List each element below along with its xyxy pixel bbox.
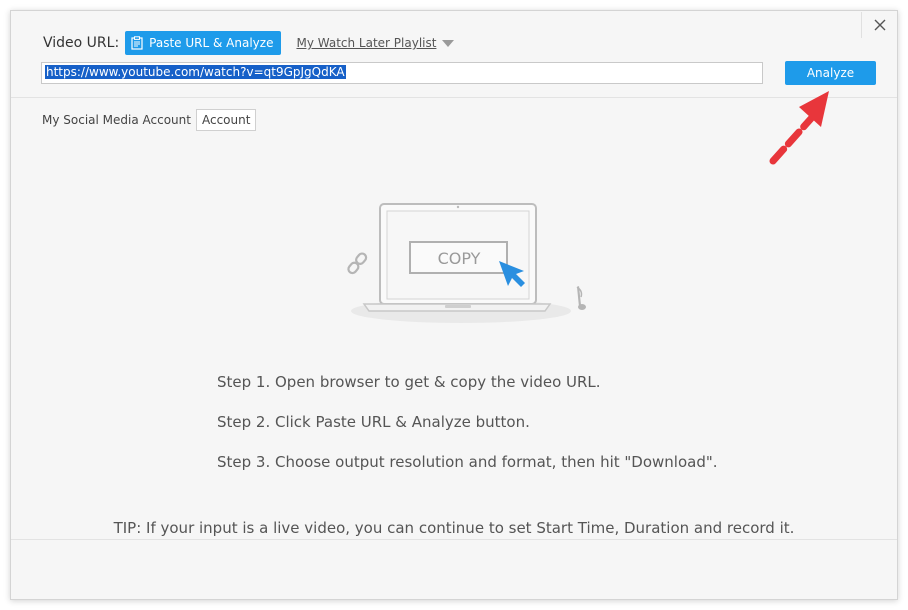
tip-text: TIP: If your input is a live video, you … <box>113 519 795 537</box>
video-url-value: https://www.youtube.com/watch?v=qt9GpJgQ… <box>45 65 346 79</box>
link-icon <box>347 252 368 275</box>
social-account-row: My Social Media Account Account <box>42 108 257 132</box>
watch-later-playlist-label: My Watch Later Playlist <box>296 36 437 50</box>
paste-url-analyze-label: Paste URL & Analyze <box>149 36 274 50</box>
social-account-label: My Social Media Account <box>42 113 191 127</box>
step-3-text: Step 3. Choose output resolution and for… <box>217 453 718 471</box>
bottom-divider <box>11 539 897 540</box>
music-note-icon <box>576 286 586 310</box>
account-button[interactable]: Account <box>195 109 257 131</box>
close-button[interactable] <box>861 12 897 38</box>
paste-url-analyze-button[interactable]: Paste URL & Analyze <box>125 31 282 55</box>
step-2-text: Step 2. Click Paste URL & Analyze button… <box>217 413 530 431</box>
clipboard-icon <box>131 36 143 50</box>
video-url-label: Video URL: <box>43 35 120 51</box>
video-url-input[interactable]: https://www.youtube.com/watch?v=qt9GpJgQ… <box>41 62 763 84</box>
watch-later-playlist-link[interactable]: My Watch Later Playlist <box>296 36 455 50</box>
header-row: Video URL: Paste URL & Analyze My Watch … <box>43 31 455 55</box>
caret-down-icon[interactable] <box>442 40 455 47</box>
copy-illustration: COPY <box>347 203 586 323</box>
video-url-dialog: Video URL: Paste URL & Analyze My Watch … <box>10 10 898 600</box>
red-annotation-arrow-icon <box>769 91 829 165</box>
step-1-text: Step 1. Open browser to get & copy the v… <box>217 373 601 391</box>
copy-label: COPY <box>438 249 481 268</box>
close-icon <box>874 19 885 31</box>
